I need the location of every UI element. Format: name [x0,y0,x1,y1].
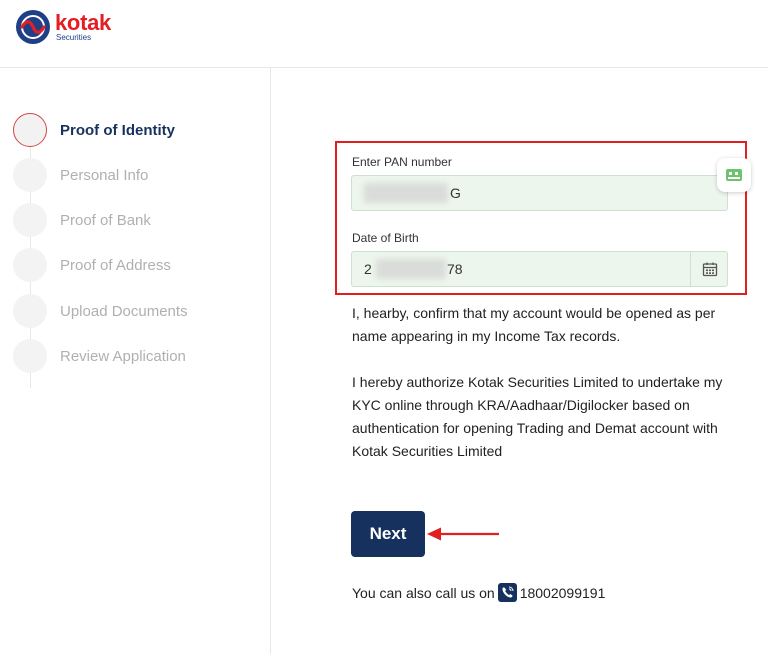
step-proof-of-bank[interactable]: Proof of Bank [13,203,151,237]
step-label: Proof of Bank [60,211,151,229]
main-content: Enter PAN number G Date of Birth 2 78 I,… [272,68,768,654]
step-indicator-icon [13,203,47,237]
pan-input[interactable]: G [351,175,728,211]
step-label: Proof of Address [60,256,171,274]
phone-icon [497,583,517,602]
kotak-logo[interactable]: kotak Securities [14,8,111,46]
step-label: Proof of Identity [60,121,175,139]
confirm-text: I, hearby, confirm that my account would… [352,305,716,344]
brand-name: kotak [55,10,111,35]
dob-value-start: 2 [364,261,372,277]
step-indicator-icon [13,339,47,373]
authorize-text: I hereby authorize Kotak Securities Limi… [352,374,723,459]
calendar-icon [702,262,717,277]
pan-redaction [364,183,448,203]
step-upload-documents[interactable]: Upload Documents [13,294,188,328]
dob-input[interactable]: 2 78 [351,251,728,287]
pan-value: G [450,185,461,201]
step-proof-of-address[interactable]: Proof of Address [13,248,171,282]
step-label: Personal Info [60,166,149,184]
contact-phone-link[interactable]: 18002099191 [520,585,606,601]
id-card-icon[interactable] [717,158,751,192]
kotak-logo-icon [16,10,50,44]
step-label: Review Application [60,347,186,365]
header: kotak Securities [0,0,768,68]
progress-sidebar: Proof of Identity Personal Info Proof of… [0,68,271,654]
next-button[interactable]: Next [351,511,425,557]
calendar-button[interactable] [690,251,728,287]
pan-label: Enter PAN number [352,155,452,169]
step-indicator-icon [13,294,47,328]
dob-label: Date of Birth [352,231,419,245]
red-arrow-annotation-icon [427,527,499,541]
step-personal-info[interactable]: Personal Info [13,158,148,192]
step-indicator-icon [13,113,47,147]
brand-subtitle: Securities [56,33,92,42]
contact-row: You can also call us on 18002099191 [352,583,605,602]
step-proof-of-identity[interactable]: Proof of Identity [13,113,175,147]
step-review-application[interactable]: Review Application [13,339,186,373]
step-indicator-icon [13,248,47,282]
step-indicator-icon [13,158,47,192]
dob-value-end: 78 [447,261,463,277]
dob-redaction [376,259,446,279]
contact-prefix: You can also call us on [352,584,495,601]
step-label: Upload Documents [60,302,188,320]
id-card-glyph-icon [726,169,742,181]
